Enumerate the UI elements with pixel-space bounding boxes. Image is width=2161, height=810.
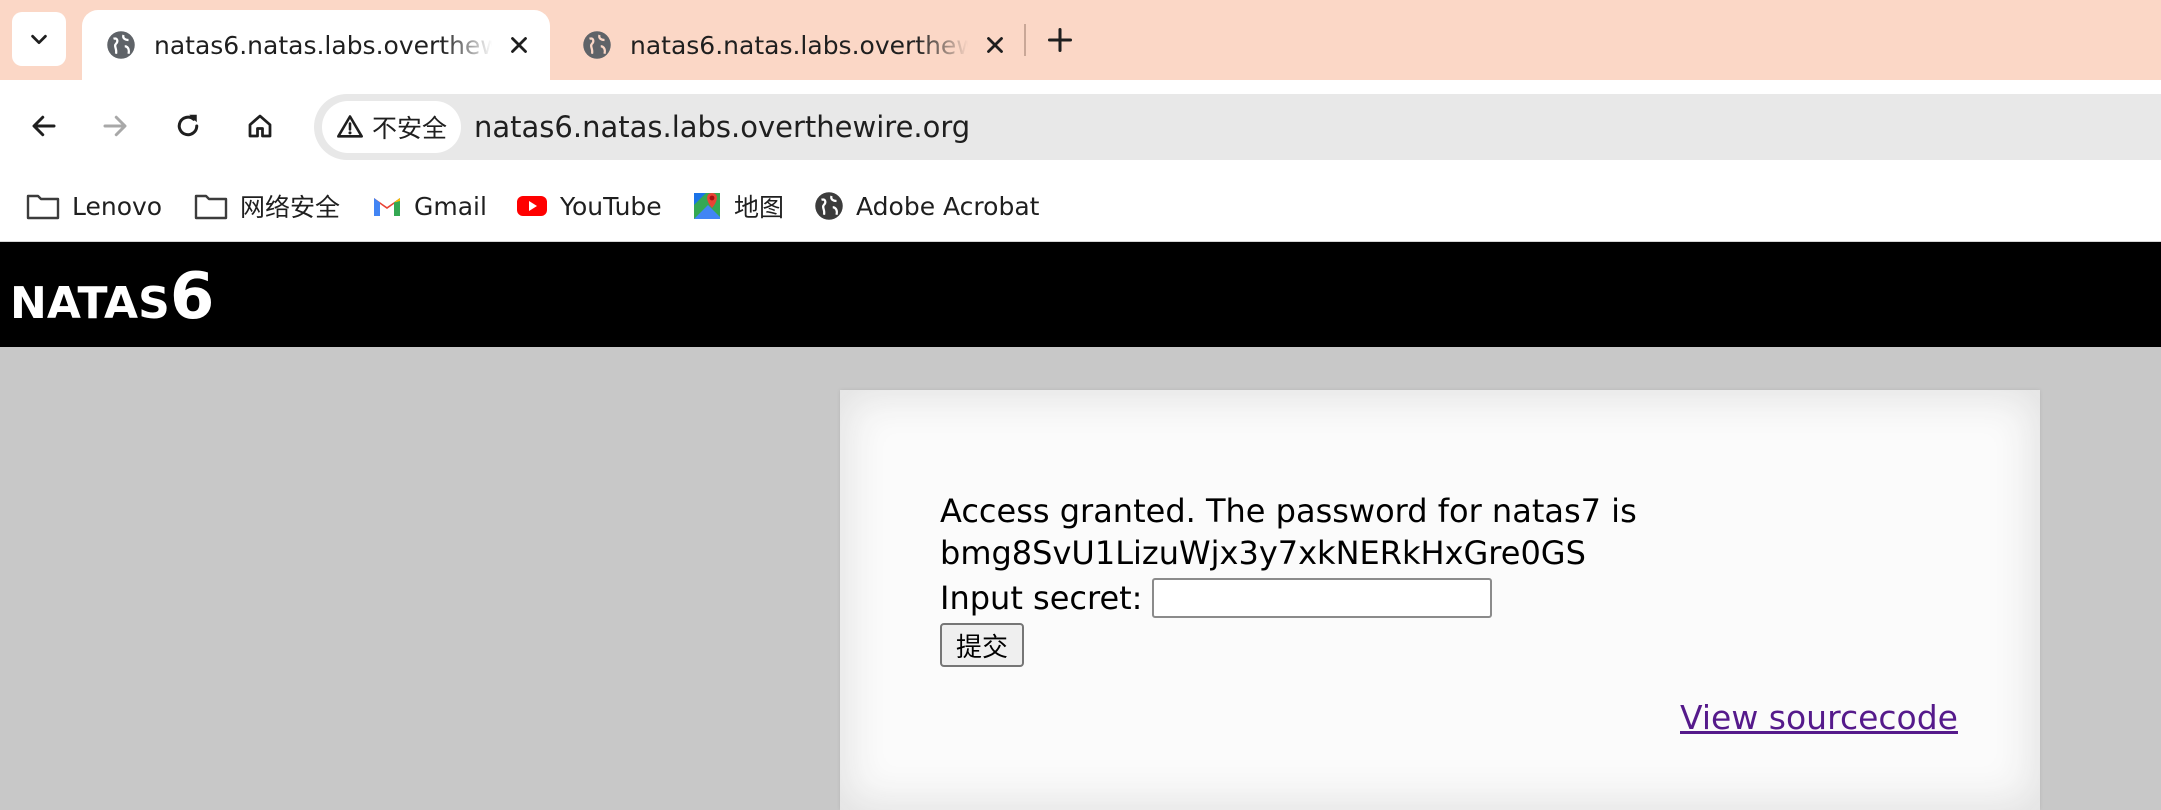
- back-button[interactable]: [20, 102, 68, 150]
- bookmark-label: Gmail: [414, 191, 487, 221]
- bookmark-youtube[interactable]: YouTube: [516, 184, 662, 228]
- new-tab-button[interactable]: [1040, 20, 1080, 60]
- folder-icon: [194, 194, 228, 220]
- access-message: Access granted. The password for natas7 …: [940, 490, 1840, 574]
- bookmark-network-security[interactable]: 网络安全: [194, 184, 340, 228]
- bookmark-label: Lenovo: [72, 191, 163, 221]
- security-label: 不安全: [372, 114, 448, 143]
- bookmark-label: YouTube: [560, 191, 662, 221]
- content-box: Access granted. The password for natas7 …: [840, 390, 2040, 810]
- youtube-icon: [517, 196, 547, 216]
- password-text: bmg8SvU1LizuWjx3y7xkNERkHxGre0GS: [940, 534, 1586, 572]
- arrow-left-icon: [32, 115, 56, 137]
- browser-toolbar: 不安全 natas6.natas.labs.overthewire.org: [0, 80, 2161, 172]
- tab-title: natas6.natas.labs.overthewire.org: [630, 30, 968, 60]
- globe-icon: [107, 31, 135, 59]
- url-text[interactable]: natas6.natas.labs.overthewire.org: [474, 94, 970, 160]
- bookmark-label: Adobe Acrobat: [856, 191, 1040, 221]
- bookmark-label: 网络安全: [240, 193, 341, 222]
- plus-icon: [1047, 27, 1073, 53]
- secret-form-row: Input secret:: [940, 578, 1493, 618]
- message-line-1: Access granted. The password for natas7 …: [940, 492, 1637, 530]
- bookmark-maps[interactable]: 地图: [692, 184, 784, 228]
- view-sourcecode-link[interactable]: View sourcecode: [1680, 698, 1958, 737]
- folder-icon: [26, 194, 60, 220]
- arrow-right-icon: [103, 115, 127, 137]
- tab-separator: [1024, 24, 1026, 56]
- bookmark-gmail[interactable]: Gmail: [372, 184, 487, 228]
- tab-search-button[interactable]: [12, 12, 66, 66]
- address-bar[interactable]: 不安全 natas6.natas.labs.overthewire.org: [314, 94, 2161, 160]
- close-icon[interactable]: [982, 32, 1008, 58]
- security-chip[interactable]: 不安全: [322, 101, 462, 153]
- title-prefix: NATAS: [10, 278, 170, 329]
- tab-inactive[interactable]: natas6.natas.labs.overthewire.org: [558, 10, 1026, 80]
- title-number: 6: [169, 260, 215, 334]
- close-icon[interactable]: [506, 32, 532, 58]
- maps-icon: [694, 193, 720, 219]
- submit-button[interactable]: 提交: [940, 623, 1024, 667]
- page-header: NATAS6: [0, 242, 2161, 347]
- tab-active[interactable]: natas6.natas.labs.overthewire.org: [82, 10, 550, 80]
- gmail-icon: [374, 198, 400, 216]
- chevron-down-icon: [31, 34, 47, 45]
- reload-icon: [177, 114, 199, 137]
- tab-strip: natas6.natas.labs.overthewire.org natas6…: [0, 0, 2161, 80]
- bookmark-adobe-acrobat[interactable]: Adobe Acrobat: [814, 184, 1039, 228]
- page-title: NATAS6: [10, 260, 214, 334]
- tab-title: natas6.natas.labs.overthewire.org: [154, 30, 492, 60]
- warning-icon: [337, 115, 363, 138]
- secret-label: Input secret:: [940, 579, 1143, 617]
- home-icon: [248, 114, 272, 138]
- reload-button[interactable]: [164, 102, 212, 150]
- forward-button[interactable]: [91, 102, 139, 150]
- bookmarks-bar: Lenovo 网络安全 Gmail YouTube 地图 Adobe Acrob…: [0, 172, 2161, 242]
- globe-icon: [583, 31, 611, 59]
- bookmark-label: 地图: [734, 193, 785, 222]
- bookmark-lenovo[interactable]: Lenovo: [26, 184, 162, 228]
- secret-input[interactable]: [1152, 578, 1493, 618]
- globe-icon: [815, 192, 843, 220]
- home-button[interactable]: [236, 102, 284, 150]
